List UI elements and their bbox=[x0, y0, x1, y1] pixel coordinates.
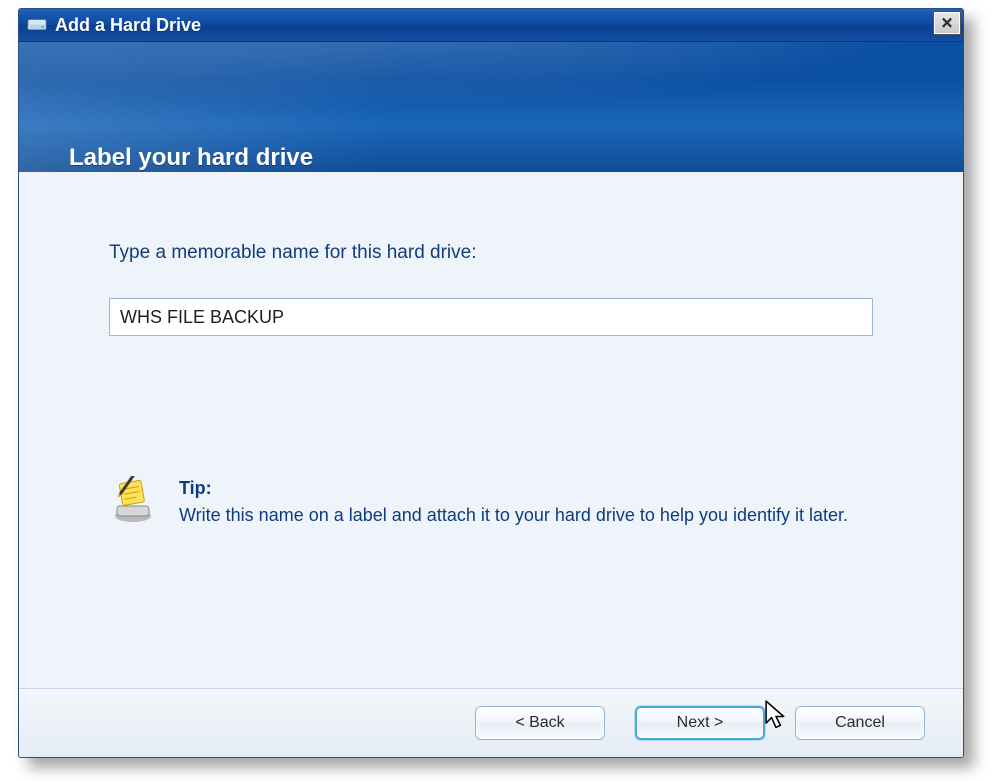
hard-drive-icon bbox=[27, 17, 47, 33]
prompt-label: Type a memorable name for this hard driv… bbox=[109, 242, 873, 264]
page-title: Label your hard drive bbox=[69, 144, 313, 172]
close-button[interactable]: ✕ bbox=[933, 11, 961, 35]
wizard-content: Type a memorable name for this hard driv… bbox=[19, 172, 963, 689]
close-icon: ✕ bbox=[941, 16, 954, 31]
tip-heading: Tip: bbox=[179, 476, 848, 501]
next-button[interactable]: Next > bbox=[635, 706, 765, 740]
tip-box: Tip: Write this name on a label and atta… bbox=[109, 476, 873, 528]
cancel-button[interactable]: Cancel bbox=[795, 706, 925, 740]
tip-text: Tip: Write this name on a label and atta… bbox=[179, 476, 848, 528]
title-bar: Add a Hard Drive ✕ bbox=[19, 9, 963, 42]
window-title: Add a Hard Drive bbox=[55, 15, 201, 36]
wizard-window: Add a Hard Drive ✕ Label your hard drive… bbox=[18, 8, 964, 758]
tip-note-icon bbox=[109, 476, 157, 524]
wizard-footer: < Back Next > Cancel bbox=[19, 688, 963, 757]
tip-body: Write this name on a label and attach it… bbox=[179, 505, 848, 525]
back-button[interactable]: < Back bbox=[475, 706, 605, 740]
drive-name-input[interactable] bbox=[109, 298, 873, 336]
